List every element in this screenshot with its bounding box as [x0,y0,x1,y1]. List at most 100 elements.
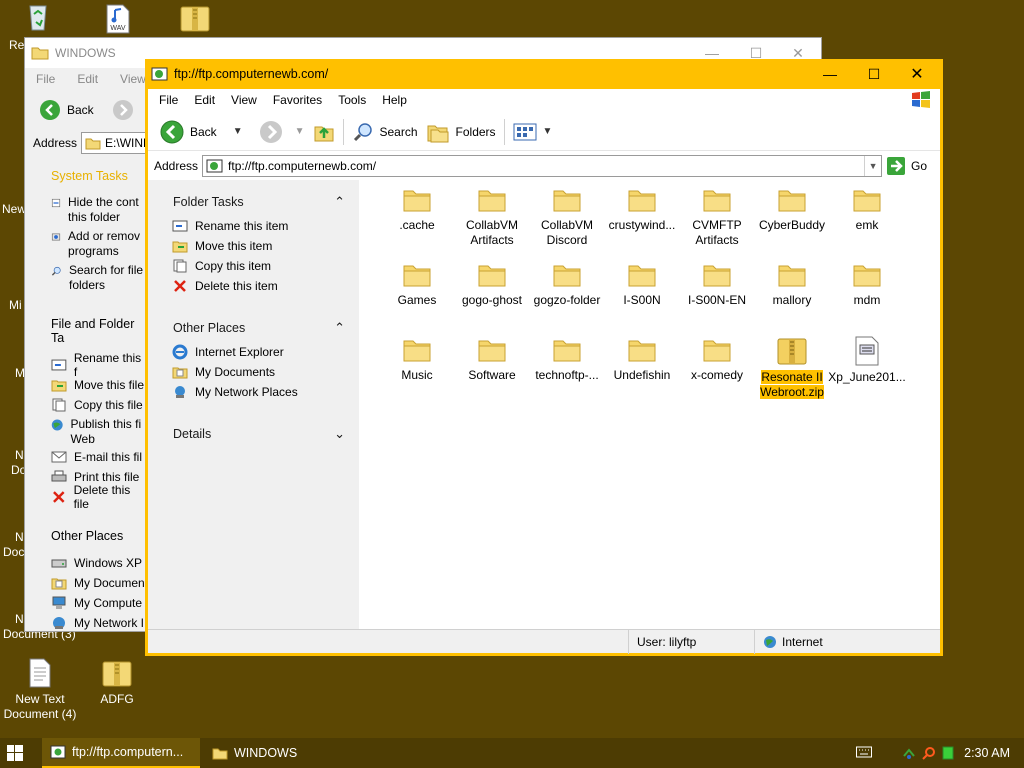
file-item[interactable]: Games [377,261,457,308]
file-item[interactable]: Software [452,336,532,383]
file-list-view[interactable]: .cache CollabVM Artifacts CollabVM Discord… [359,180,940,629]
task-label: Copy this item [195,259,272,273]
file-item[interactable]: Undefishin [602,336,682,383]
other-places-list: Windows XP My Documen My Compute My Netw… [25,543,147,633]
folder-icon [853,265,881,287]
folders-button[interactable]: Folders [422,116,500,148]
file-item[interactable]: gogzo-folder [527,261,607,308]
ftp-explorer-window[interactable]: ftp://ftp.computernewb.com/ — ☐ ✕ File E… [145,59,943,656]
task-rename[interactable]: Rename this item [148,216,359,236]
task-search[interactable]: Search for file folders [25,259,147,293]
folder-tasks-header[interactable]: Folder Tasks ⌃ [148,192,359,212]
zip-desktop-icon[interactable] [155,4,235,36]
file-task[interactable]: Copy this file [51,395,147,415]
task-delete[interactable]: Delete this item [148,276,359,296]
file-item[interactable]: mallory [752,261,832,308]
address-dropdown-icon[interactable]: ▼ [864,156,881,176]
minimize-button[interactable]: — [807,59,853,89]
zone-label: Internet [782,634,823,649]
maximize-button[interactable]: ☐ [851,59,897,89]
back-button[interactable]: Back ▼ [156,116,247,148]
close-button[interactable]: ✕ [894,59,940,89]
file-task[interactable]: Move this file [51,375,147,395]
forward-arrow-icon[interactable] [112,99,134,121]
folder-icon [778,265,806,287]
adfg-desktop-icon[interactable]: ADFG [77,658,157,707]
taskbar-ftp-window[interactable]: ftp://ftp.computern... [42,738,200,768]
file-task[interactable]: E-mail this fil [51,447,147,467]
file-item[interactable]: mdm [827,261,907,308]
file-item[interactable]: gogo-ghost [452,261,532,308]
place-label: Internet Explorer [195,345,284,359]
collapse-icon[interactable]: ⌃ [334,320,345,336]
folder-tasks-list: Rename this item Move this item Copy thi… [148,216,359,296]
file-item[interactable]: Resonate II Webroot.zip [752,336,832,400]
file-item[interactable]: crustywind... [602,186,682,233]
back-dropdown-icon[interactable]: ▼ [233,126,243,137]
place-link[interactable]: Windows XP [51,553,147,573]
expand-icon[interactable]: ⌄ [334,426,345,442]
network-tray-icon[interactable] [902,746,916,760]
menu-edit[interactable]: Edit [186,93,223,107]
place-internet-explorer[interactable]: Internet Explorer [148,342,359,362]
other-places-header[interactable]: Other Places ⌃ [148,318,359,338]
menu-file[interactable]: File [148,93,186,107]
place-my-network-places[interactable]: My Network Places [148,382,359,402]
zip-folder-icon [777,338,807,365]
up-folder-button[interactable] [309,116,339,148]
place-link[interactable]: My Network I [51,613,147,633]
menu-file[interactable]: File [25,72,66,86]
file-item[interactable]: .cache [377,186,457,233]
file-item[interactable]: Xp_June201... [827,336,907,385]
file-item[interactable]: CollabVM Artifacts [452,186,532,248]
file-item[interactable]: CollabVM Discord [527,186,607,248]
file-task[interactable]: Rename this f [51,351,147,379]
file-item[interactable]: CyberBuddy [752,186,832,233]
file-item[interactable]: CVMFTP Artifacts [677,186,757,248]
file-task[interactable]: Publish this fi Web [51,415,147,447]
place-my-documents[interactable]: My Documents [148,362,359,382]
place-label: My Documents [195,365,276,379]
place-link[interactable]: My Compute [51,593,147,613]
wav-desktop-icon[interactable]: WAV [78,4,158,38]
file-item[interactable]: I-S00N-EN [677,261,757,308]
copy-icon [173,259,187,273]
place-label: My Network Places [195,385,298,399]
task-copy[interactable]: Copy this item [148,256,359,276]
file-item[interactable]: Music [377,336,457,383]
delete-icon [174,280,186,292]
search-tray-icon[interactable] [922,746,936,760]
new-text-document-desktop-icon[interactable]: New Text Document (4) [0,658,80,722]
menu-help[interactable]: Help [374,93,415,107]
forward-button[interactable]: ▼ [255,116,309,148]
menu-edit[interactable]: Edit [66,72,109,86]
task-hide-contents[interactable]: Hide the cont this folder [25,183,147,225]
address-input[interactable]: ftp://ftp.computernewb.com/ ▼ [202,155,883,177]
toolbar-separator [503,118,505,145]
title-bar[interactable]: ftp://ftp.computernewb.com/ — ☐ ✕ [145,59,943,89]
collapse-icon[interactable]: ⌃ [334,194,345,210]
forward-dropdown-icon[interactable]: ▼ [295,126,305,137]
menu-favorites[interactable]: Favorites [265,93,330,107]
menu-view[interactable]: View [223,93,265,107]
search-button[interactable]: Search [348,116,422,148]
views-button[interactable]: ▼ [509,116,557,148]
file-item[interactable]: I-S00N [602,261,682,308]
task-move[interactable]: Move this item [148,236,359,256]
start-button[interactable] [0,738,30,768]
clock[interactable]: 2:30 AM [964,746,1010,760]
status-tray-icon[interactable] [942,746,954,760]
file-task[interactable]: Delete this file [51,483,147,511]
place-link[interactable]: My Documen [51,573,147,593]
keyboard-icon[interactable] [856,746,873,761]
file-item[interactable]: technoftp-... [527,336,607,383]
file-item[interactable]: x-comedy [677,336,757,383]
recycle-bin-desktop-icon[interactable] [0,2,76,36]
file-item[interactable]: emk [827,186,907,233]
menu-tools[interactable]: Tools [330,93,374,107]
go-button[interactable]: Go [886,156,927,176]
task-add-remove[interactable]: Add or remov programs [25,225,147,259]
details-header[interactable]: Details ⌄ [148,424,359,444]
back-button[interactable]: Back [35,94,98,126]
taskbar-windows-folder[interactable]: WINDOWS [204,738,360,768]
